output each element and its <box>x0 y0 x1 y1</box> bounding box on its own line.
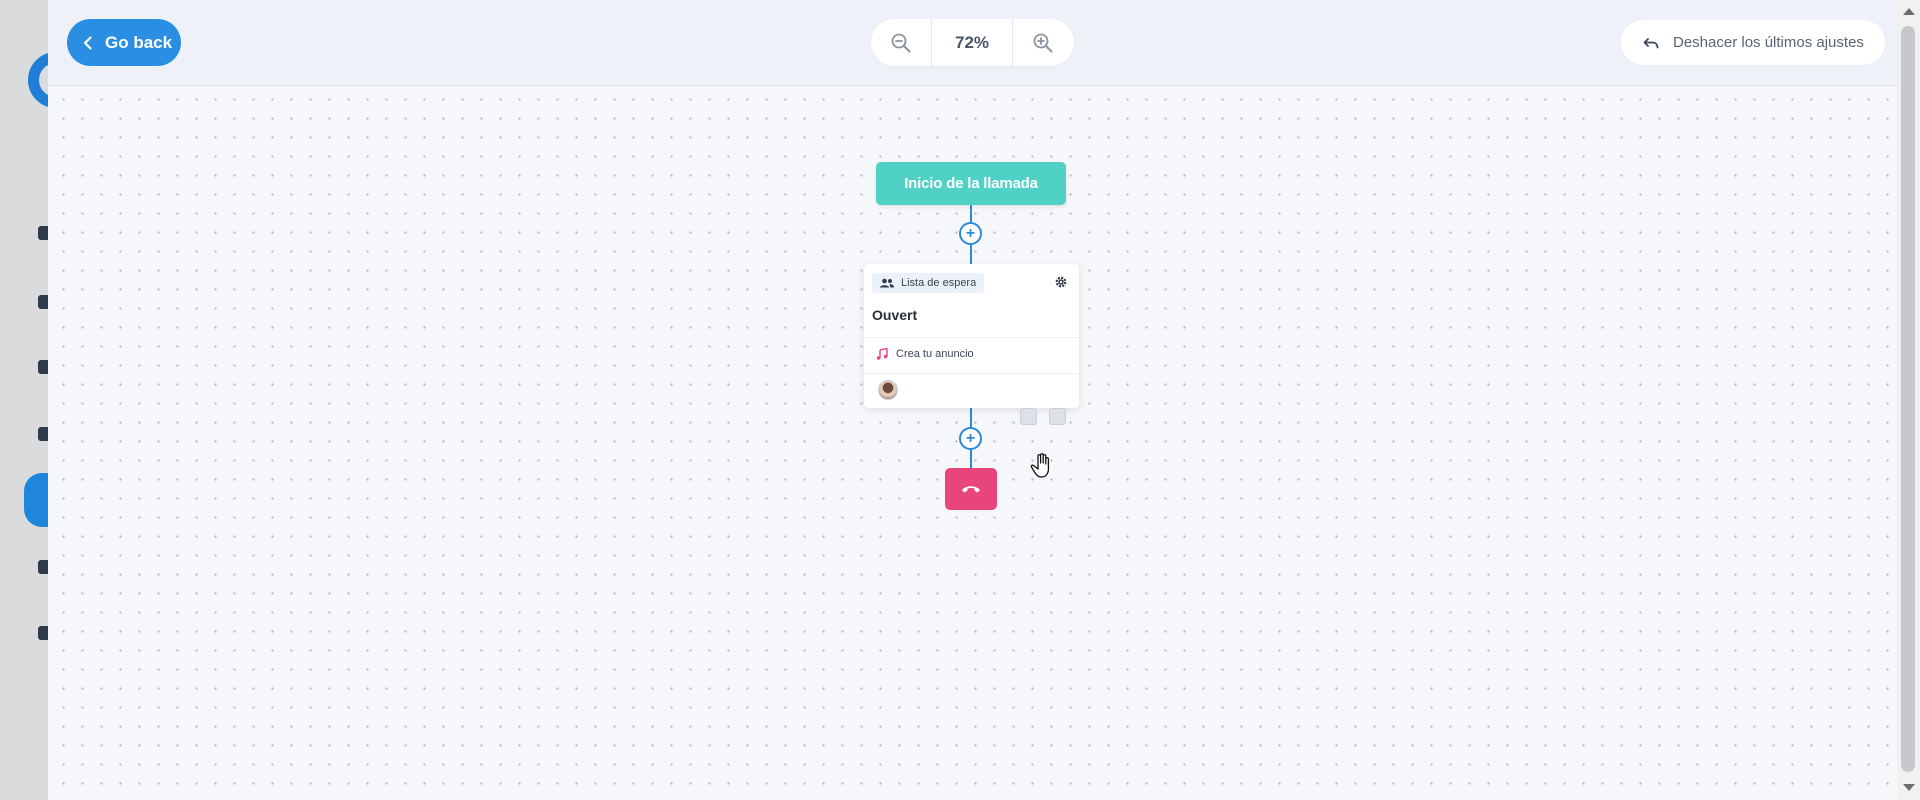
users-icon <box>880 278 894 288</box>
settings-button[interactable] <box>1055 275 1067 293</box>
go-back-label: Go back <box>105 32 173 52</box>
undo-label: Deshacer los últimos ajustes <box>1673 34 1864 51</box>
flow-editor-panel: Go back 72% Deshacer los últimos ajustes… <box>48 0 1897 800</box>
queue-node-card[interactable]: Lista de espera Ouvert Crea tu anuncio <box>864 264 1079 408</box>
zoom-in-button[interactable] <box>1013 19 1073 66</box>
vertical-scrollbar[interactable] <box>1897 0 1920 800</box>
delete-icon[interactable] <box>1049 408 1066 425</box>
queue-type-tag: Lista de espera <box>872 273 985 293</box>
plus-icon: + <box>965 429 976 447</box>
background-sidebar <box>0 0 84 800</box>
music-note-icon <box>876 348 888 360</box>
editor-toolbar: Go back 72% Deshacer los últimos ajustes <box>48 0 1897 86</box>
add-step-button[interactable]: + <box>959 427 982 450</box>
scroll-thumb[interactable] <box>1901 26 1915 772</box>
undo-changes-button[interactable]: Deshacer los últimos ajustes <box>1621 20 1885 65</box>
hand-cursor-icon <box>1030 452 1056 485</box>
divider <box>864 337 1079 338</box>
zoom-out-icon <box>891 33 911 52</box>
call-start-node[interactable]: Inicio de la llamada <box>876 162 1066 205</box>
zoom-in-icon <box>1033 33 1053 52</box>
go-back-button[interactable]: Go back <box>67 19 181 66</box>
scroll-up-icon[interactable] <box>1903 8 1915 15</box>
divider <box>864 373 1079 374</box>
avatar <box>878 380 898 400</box>
call-start-label: Inicio de la llamada <box>904 175 1038 192</box>
plus-icon: + <box>965 224 976 242</box>
copy-icon[interactable] <box>1020 408 1037 425</box>
hangup-node[interactable] <box>945 468 997 510</box>
zoom-level: 72% <box>931 19 1013 66</box>
queue-node-title: Ouvert <box>872 307 918 323</box>
queue-type-label: Lista de espera <box>901 277 977 289</box>
zoom-out-button[interactable] <box>871 19 931 66</box>
announcement-row[interactable]: Crea tu anuncio <box>876 348 974 360</box>
chevron-left-icon <box>83 35 92 50</box>
scroll-down-icon[interactable] <box>1903 784 1915 791</box>
undo-icon <box>1643 37 1659 48</box>
add-step-button[interactable]: + <box>959 222 982 245</box>
gear-icon <box>1055 276 1067 288</box>
hangup-phone-icon <box>962 486 980 493</box>
zoom-control: 72% <box>871 19 1074 66</box>
announcement-label: Crea tu anuncio <box>896 348 974 360</box>
